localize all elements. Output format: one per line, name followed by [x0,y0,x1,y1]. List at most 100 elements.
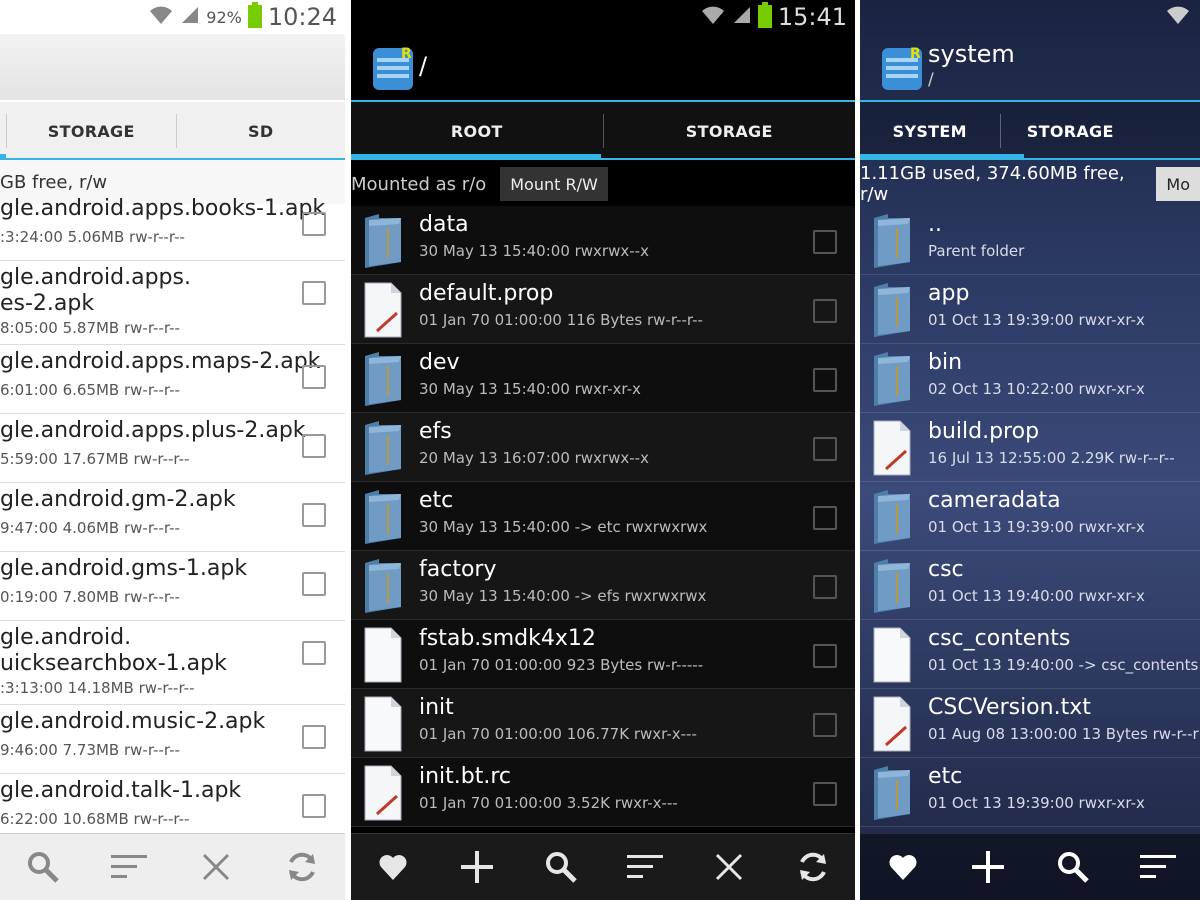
file-name: build.prop [928,419,1040,444]
select-checkbox[interactable] [813,299,837,323]
row-divider [860,826,1200,827]
file-name: default.prop [419,281,554,306]
select-checkbox[interactable] [302,641,326,665]
list-item[interactable]: bin 02 Oct 13 10:22:00 rwxr-xr-x [860,344,1200,413]
list-item[interactable]: csc_contents 01 Oct 13 19:40:00 -> csc_co… [860,620,1200,689]
select-checkbox[interactable] [813,437,837,461]
select-checkbox[interactable] [813,230,837,254]
close-icon[interactable] [709,847,749,887]
list-item[interactable]: .. Parent folder [860,206,1200,275]
select-checkbox[interactable] [302,503,326,527]
select-checkbox[interactable] [302,212,326,236]
wifi-icon [1165,4,1191,30]
list-item[interactable]: etc 01 Oct 13 19:39:00 rwxr-xr-x [860,758,1200,827]
tab-bar: STORAGE SD [0,102,345,160]
select-checkbox[interactable] [302,725,326,749]
select-checkbox[interactable] [302,794,326,818]
list-item[interactable]: build.prop 16 Jul 13 12:55:00 2.29K rw-r-… [860,413,1200,482]
app-logo-icon[interactable]: R [880,44,924,92]
tab-overflow[interactable] [1140,102,1200,160]
tab-system[interactable]: SYSTEM [860,102,1000,160]
list-item[interactable]: fstab.smdk4x12 01 Jan 70 01:00:00 923 Byt… [351,620,855,689]
tab-hidden[interactable] [0,102,6,160]
sort-icon[interactable] [109,847,149,887]
status-bar: 15:41 [351,0,855,34]
sort-icon[interactable] [625,847,665,887]
list-item[interactable]: gle.android.apps.maps-2.apk 6:01:00 6.65M… [0,345,345,414]
select-checkbox[interactable] [302,434,326,458]
file-name: dev [419,350,460,375]
list-item[interactable]: gle.android.gm-2.apk 9:47:00 4.06MB rw-r-… [0,483,345,552]
plus-icon[interactable] [968,847,1008,887]
file-name: .. [928,212,942,237]
refresh-icon[interactable] [282,847,322,887]
list-item[interactable]: gle.android. uicksearchbox-1.apk:3:13:00 … [0,621,345,705]
list-item[interactable]: csc 01 Oct 13 19:40:00 rwxr-xr-x [860,551,1200,620]
sort-icon[interactable] [1138,847,1178,887]
file-details: 16 Jul 13 12:55:00 2.29K rw-r--r-- [928,449,1175,467]
tab-sd[interactable]: SD [177,102,346,160]
select-checkbox[interactable] [813,713,837,737]
heart-icon[interactable] [883,847,923,887]
list-item[interactable]: init 01 Jan 70 01:00:00 106.77K rwxr-x--- [351,689,855,758]
select-checkbox[interactable] [813,575,837,599]
signal-icon [732,5,752,29]
tab-storage[interactable]: STORAGE [7,102,176,160]
file-details: 30 May 13 15:40:00 rwxrwx--x [419,242,649,260]
folder-icon [361,488,405,546]
tab-storage[interactable]: STORAGE [1001,102,1141,160]
select-checkbox[interactable] [813,782,837,806]
list-item[interactable]: cameradata 01 Oct 13 19:39:00 rwxr-xr-x [860,482,1200,551]
list-item[interactable]: gle.android.apps.plus-2.apk 5:59:00 17.67… [0,414,345,483]
search-icon[interactable] [541,847,581,887]
current-path: / [928,70,934,90]
close-icon[interactable] [196,847,236,887]
file-details: 01 Oct 13 19:39:00 rwxr-xr-x [928,794,1145,812]
select-checkbox[interactable] [302,365,326,389]
svg-text:R: R [401,46,412,62]
app-logo-icon[interactable]: R [371,44,415,92]
file-name-continued: uicksearchbox-1.apk [0,651,227,676]
folder-icon [870,488,914,546]
select-checkbox[interactable] [302,281,326,305]
tab-bar: SYSTEM STORAGE [860,102,1200,160]
file-name: init [419,695,454,720]
tab-storage[interactable]: STORAGE [604,102,856,160]
mount-rw-button[interactable]: Mount R/W [500,167,608,201]
file-details: 01 Oct 13 19:39:00 rwxr-xr-x [928,518,1145,536]
list-item[interactable]: etc 30 May 13 15:40:00 -> etc rwxrwxrwx [351,482,855,551]
search-icon[interactable] [1053,847,1093,887]
search-icon[interactable] [23,847,63,887]
tab-root[interactable]: ROOT [351,102,603,160]
mount-button[interactable]: Mo [1156,167,1200,201]
file-name: gle.android.apps. [0,265,191,290]
select-checkbox[interactable] [813,506,837,530]
file-manager-dark-screen: 15:41 R / ROOT STORAGE Mounted as r/o Mo… [351,0,855,900]
list-item[interactable]: gle.android.music-2.apk 9:46:00 7.73MB rw… [0,705,345,774]
select-checkbox[interactable] [302,572,326,596]
list-item[interactable]: gle.android.gms-1.apk 0:19:00 7.80MB rw-r… [0,552,345,621]
select-checkbox[interactable] [813,644,837,668]
list-item[interactable]: efs 20 May 13 16:07:00 rwxrwx--x [351,413,855,482]
file-details: 30 May 13 15:40:00 -> efs rwxrwxrwx [419,587,707,605]
file-name: gle.android.music-2.apk [0,709,266,734]
list-item[interactable]: CSCVersion.txt 01 Aug 08 13:00:00 13 Byte… [860,689,1200,758]
file-details: 9:47:00 4.06MB rw-r--r-- [0,519,180,537]
plus-icon[interactable] [457,847,497,887]
file-details: 01 Jan 70 01:00:00 106.77K rwxr-x--- [419,725,697,743]
list-item[interactable]: dev 30 May 13 15:40:00 rwxr-xr-x [351,344,855,413]
list-item[interactable]: app 01 Oct 13 19:39:00 rwxr-xr-x [860,275,1200,344]
heart-icon[interactable] [373,847,413,887]
list-item[interactable]: factory 30 May 13 15:40:00 -> efs rwxrwxr… [351,551,855,620]
select-checkbox[interactable] [813,368,837,392]
file-details: :3:13:00 14.18MB rw-r--r-- [0,679,195,697]
refresh-icon[interactable] [793,847,833,887]
file-name: efs [419,419,452,444]
list-item[interactable]: gle.android.apps.books-1.apk:3:24:00 5.0… [0,192,345,261]
file-name: factory [419,557,497,582]
list-item[interactable]: default.prop 01 Jan 70 01:00:00 116 Bytes… [351,275,855,344]
file-icon [361,626,405,684]
list-item[interactable]: init.bt.rc 01 Jan 70 01:00:00 3.52K rwxr-… [351,758,855,827]
list-item[interactable]: data 30 May 13 15:40:00 rwxrwx--x [351,206,855,275]
list-item[interactable]: gle.android.apps. es-2.apk 8:05:00 5.87MB … [0,261,345,345]
